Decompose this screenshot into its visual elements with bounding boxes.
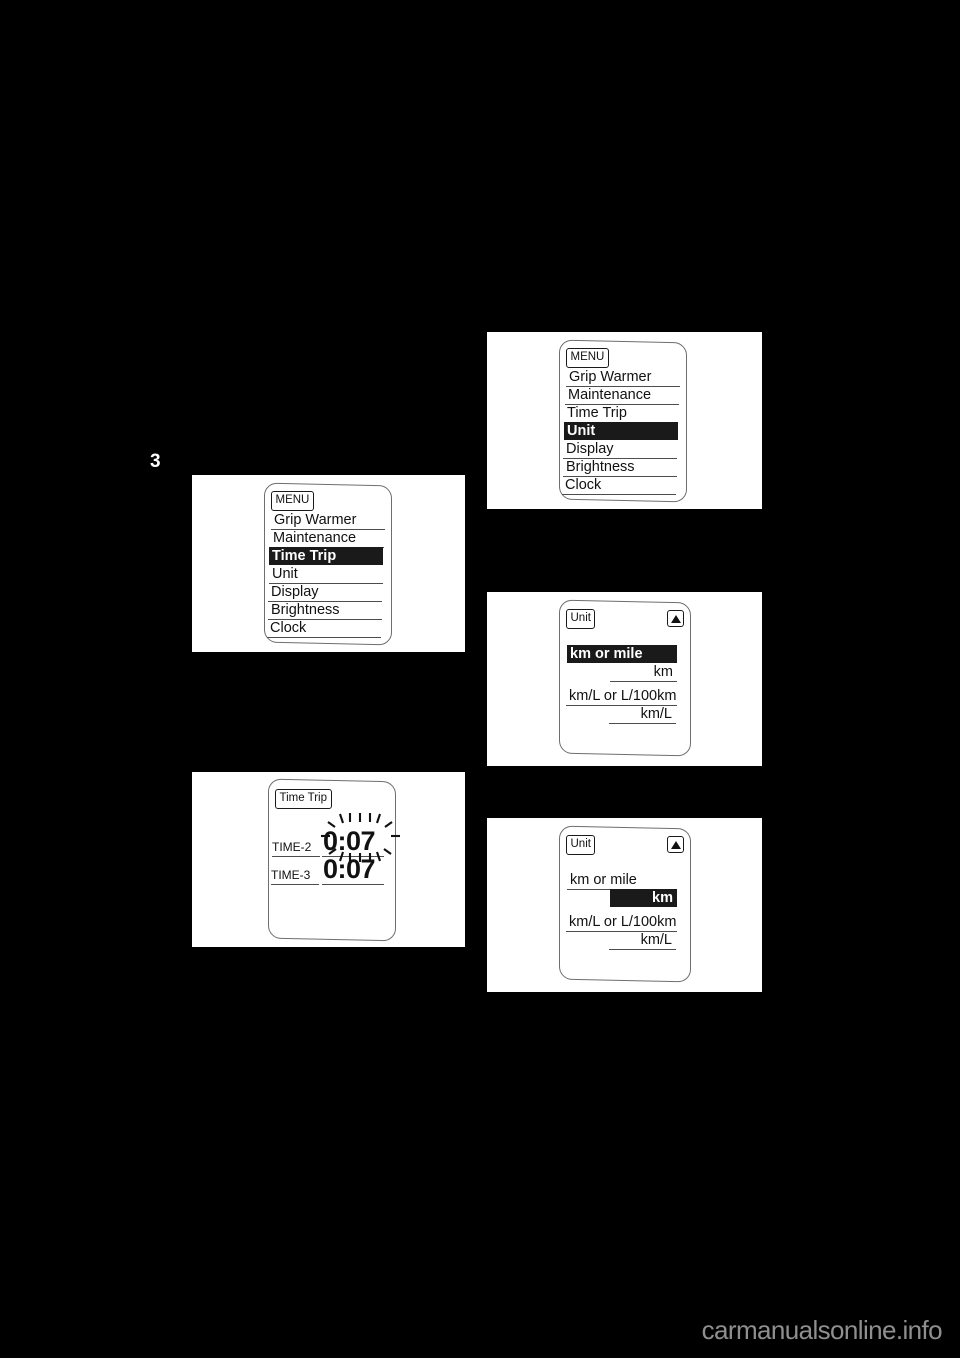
menu-item-brightness[interactable]: Brightness <box>563 458 677 477</box>
time-3-label: TIME-3 <box>271 868 319 885</box>
unit-value-distance[interactable]: km <box>610 889 677 907</box>
screen-tag-menu: MENU <box>566 348 609 368</box>
chapter-number: 3 <box>150 451 161 472</box>
menu-item-grip-warmer[interactable]: Grip Warmer <box>566 368 680 387</box>
unit-option-distance-label[interactable]: km or mile <box>567 871 677 890</box>
menu-item-time-trip[interactable]: Time Trip <box>564 404 678 423</box>
menu-item-display[interactable]: Display <box>268 583 382 602</box>
figure-unit-title-selected: Unit km or mile km km/L or L/100km km/L <box>487 592 762 766</box>
screen-tag-unit: Unit <box>566 835 596 855</box>
screen-tag-menu: MENU <box>271 491 314 511</box>
time-3-value: 0:07 <box>323 854 376 884</box>
lcd-content-unit-a: Unit km or mile km km/L or L/100km km/L <box>487 592 762 766</box>
figure-unit-value-selected: Unit km or mile km km/L or L/100km km/L <box>487 818 762 992</box>
menu-item-grip-warmer[interactable]: Grip Warmer <box>271 511 385 530</box>
time-2-label: TIME-2 <box>272 840 320 857</box>
lcd-content-menu-unit: MENU Grip Warmer Maintenance Time Trip U… <box>487 332 762 509</box>
time-2-value: 0:07 <box>323 826 376 856</box>
menu-item-display[interactable]: Display <box>563 440 677 459</box>
menu-item-unit[interactable]: Unit <box>269 565 383 584</box>
up-arrow-icon[interactable] <box>667 610 684 627</box>
unit-option-consumption-label[interactable]: km/L or L/100km <box>566 687 677 706</box>
lcd-content-menu-time-trip: MENU Grip Warmer Maintenance Time Trip U… <box>192 475 465 652</box>
menu-item-clock[interactable]: Clock <box>562 476 676 495</box>
menu-item-maintenance[interactable]: Maintenance <box>270 529 384 548</box>
unit-value-distance[interactable]: km <box>610 663 677 682</box>
figure-menu-time-trip: MENU Grip Warmer Maintenance Time Trip U… <box>192 475 465 652</box>
screen-tag-time-trip: Time Trip <box>275 789 332 809</box>
menu-item-unit[interactable]: Unit <box>564 422 678 440</box>
menu-item-time-trip[interactable]: Time Trip <box>269 547 383 565</box>
manual-page: 3 MENU Grip Warmer Maintenance Time Trip… <box>0 0 960 1358</box>
menu-item-brightness[interactable]: Brightness <box>268 601 382 620</box>
up-arrow-icon[interactable] <box>667 836 684 853</box>
time-3-underline <box>322 884 384 885</box>
unit-option-consumption-label[interactable]: km/L or L/100km <box>566 913 677 932</box>
menu-item-clock[interactable]: Clock <box>267 619 381 638</box>
menu-item-maintenance[interactable]: Maintenance <box>565 386 679 405</box>
unit-value-consumption[interactable]: km/L <box>609 705 676 724</box>
unit-value-consumption[interactable]: km/L <box>609 931 676 950</box>
site-watermark: carmanualsonline.info <box>701 1315 943 1345</box>
figure-menu-unit: MENU Grip Warmer Maintenance Time Trip U… <box>487 332 762 509</box>
lcd-content-time-trip: Time Trip TIME-2 0:07 TIME-3 0:07 <box>192 772 465 947</box>
figure-time-trip: Time Trip TIME-2 0:07 TIME-3 0:07 <box>192 772 465 947</box>
unit-option-distance-label[interactable]: km or mile <box>567 645 677 663</box>
screen-tag-unit: Unit <box>566 609 596 629</box>
lcd-content-unit-b: Unit km or mile km km/L or L/100km km/L <box>487 818 762 992</box>
